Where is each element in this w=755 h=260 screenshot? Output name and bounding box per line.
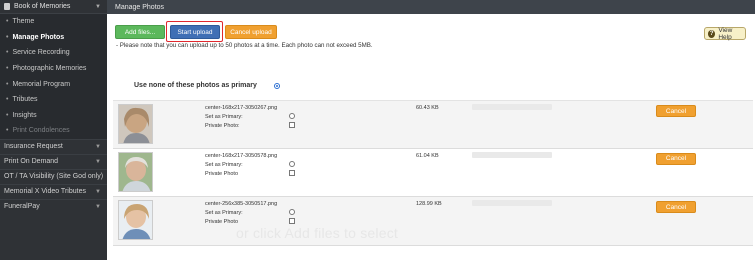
sidebar-item-print-on-demand[interactable]: Print On Demand ▼ [0, 153, 107, 169]
sidebar-item-label: Memorial Program [12, 80, 71, 88]
sidebar-item-manage-photos[interactable]: • Manage Photos [0, 30, 107, 46]
upload-note: - Please note that you can upload up to … [116, 42, 373, 49]
file-row: center-168x217-3050267.png Set as Primar… [113, 100, 753, 149]
bullet-icon: • [6, 18, 9, 26]
upload-progress-bar [472, 151, 552, 158]
bullet-icon: • [6, 49, 9, 57]
file-size: 61.04 KB [416, 152, 439, 159]
add-files-button[interactable]: Add files... [115, 25, 165, 39]
set-primary-label: Set as Primary: [205, 114, 243, 120]
sidebar-item-label: Photographic Memories [12, 65, 87, 73]
bullet-icon: • [6, 33, 9, 41]
start-upload-button[interactable]: Start upload [170, 25, 220, 39]
sidebar-submenu: • Theme • Manage Photos • Service Recording… [0, 14, 107, 139]
private-photo-checkbox[interactable] [289, 218, 295, 224]
photo-thumbnail [118, 200, 153, 240]
bullet-icon: • [6, 111, 9, 119]
sidebar-item-photographic-memories[interactable]: • Photographic Memories [0, 61, 107, 77]
no-primary-label: Use none of these photos as primary [134, 82, 257, 89]
set-primary-label: Set as Primary: [205, 210, 243, 216]
cancel-file-button[interactable]: Cancel [656, 201, 696, 213]
cancel-file-button[interactable]: Cancel [656, 105, 696, 117]
bullet-icon: • [6, 65, 9, 73]
page-header: Manage Photos [107, 0, 755, 14]
chevron-down-icon: ▼ [95, 143, 101, 150]
bullet-icon: • [6, 127, 9, 135]
chevron-down-icon: ▼ [95, 203, 101, 210]
bullet-icon: • [6, 96, 9, 104]
upload-toolbar: Add files... Start upload Cancel upload [115, 25, 277, 39]
file-list: center-168x217-3050267.png Set as Primar… [113, 100, 753, 246]
chevron-down-icon: ▼ [95, 188, 101, 195]
chevron-down-icon: ▼ [95, 158, 101, 165]
set-primary-label: Set as Primary: [205, 161, 243, 168]
view-help-label: View Help [718, 26, 733, 41]
sidebar-item-theme[interactable]: • Theme [0, 14, 107, 30]
sidebar-item-insights[interactable]: • Insights [0, 108, 107, 124]
sidebar-item-label: Tributes [12, 96, 38, 104]
book-icon [4, 3, 10, 10]
sidebar-item-label: OT / TA Visibility (Site God only) [4, 173, 104, 181]
sidebar: Book of Memories ▼ • Theme • Manage Photos… [0, 0, 107, 260]
file-size: 60.43 KB [416, 105, 439, 111]
file-name: center-168x217-3050578.png [205, 152, 278, 159]
file-name: center-168x217-3050267.png [205, 105, 278, 111]
dropzone-hint: or click Add files to select [236, 225, 398, 241]
view-help-button[interactable]: ? View Help [704, 26, 746, 41]
sidebar-item-label: Theme [12, 18, 35, 26]
cancel-file-button[interactable]: Cancel [656, 152, 696, 165]
sidebar-item-label: Print Condolences [12, 127, 70, 135]
sidebar-item-service-recording[interactable]: • Service Recording [0, 45, 107, 61]
private-photo-label: Private Photo [205, 170, 239, 177]
set-primary-radio[interactable] [289, 160, 295, 167]
sidebar-item-label: Insights [12, 111, 37, 119]
bullet-icon: • [6, 80, 9, 88]
sidebar-item-ot-ta-visibility[interactable]: OT / TA Visibility (Site God only) [0, 168, 107, 184]
file-size: 128.99 KB [416, 201, 442, 207]
private-photo-checkbox[interactable] [289, 169, 295, 176]
upload-progress-bar [472, 104, 552, 110]
sidebar-item-insurance-request[interactable]: Insurance Request ▼ [0, 138, 107, 154]
no-primary-radio[interactable] [273, 82, 280, 89]
file-name: center-256x385-3050517.png [205, 201, 278, 207]
cancel-upload-button[interactable]: Cancel upload [225, 25, 277, 39]
photo-thumbnail [118, 104, 153, 144]
set-primary-radio[interactable] [289, 113, 295, 119]
no-primary-option: Use none of these photos as primary [134, 82, 280, 89]
sidebar-item-label: FuneralPay [4, 203, 40, 211]
sidebar-item-label: Print On Demand [4, 158, 59, 166]
page-title: Manage Photos [115, 3, 165, 11]
sidebar-item-label: Manage Photos [12, 33, 65, 41]
private-photo-label: Private Photo: [205, 123, 240, 129]
photo-thumbnail [118, 151, 153, 192]
chevron-down-icon: ▼ [95, 3, 101, 10]
file-row: center-168x217-3050578.png Set as Primar… [113, 149, 753, 197]
upload-progress-bar [472, 200, 552, 206]
private-photo-label: Private Photo [205, 219, 239, 225]
sidebar-item-print-condolences[interactable]: • Print Condolences [0, 123, 107, 139]
sidebar-item-label: Service Recording [12, 49, 70, 57]
sidebar-item-label: Memorial X Video Tributes [4, 188, 86, 196]
help-icon: ? [708, 29, 716, 38]
sidebar-item-video-tributes[interactable]: Memorial X Video Tributes ▼ [0, 183, 107, 199]
sidebar-item-funeralpay[interactable]: FuneralPay ▼ [0, 198, 107, 214]
sidebar-item-tributes[interactable]: • Tributes [0, 92, 107, 108]
sidebar-section-label: Book of Memories [14, 3, 71, 10]
private-photo-checkbox[interactable] [289, 122, 295, 128]
sidebar-section-book-of-memories[interactable]: Book of Memories ▼ [0, 0, 107, 14]
file-row: center-256x385-3050517.png Set as Primar… [113, 197, 753, 246]
sidebar-item-memorial-program[interactable]: • Memorial Program [0, 76, 107, 92]
sidebar-item-label: Insurance Request [4, 143, 63, 151]
set-primary-radio[interactable] [289, 209, 295, 215]
main-content: Add files... Start upload Cancel upload … [107, 14, 755, 260]
